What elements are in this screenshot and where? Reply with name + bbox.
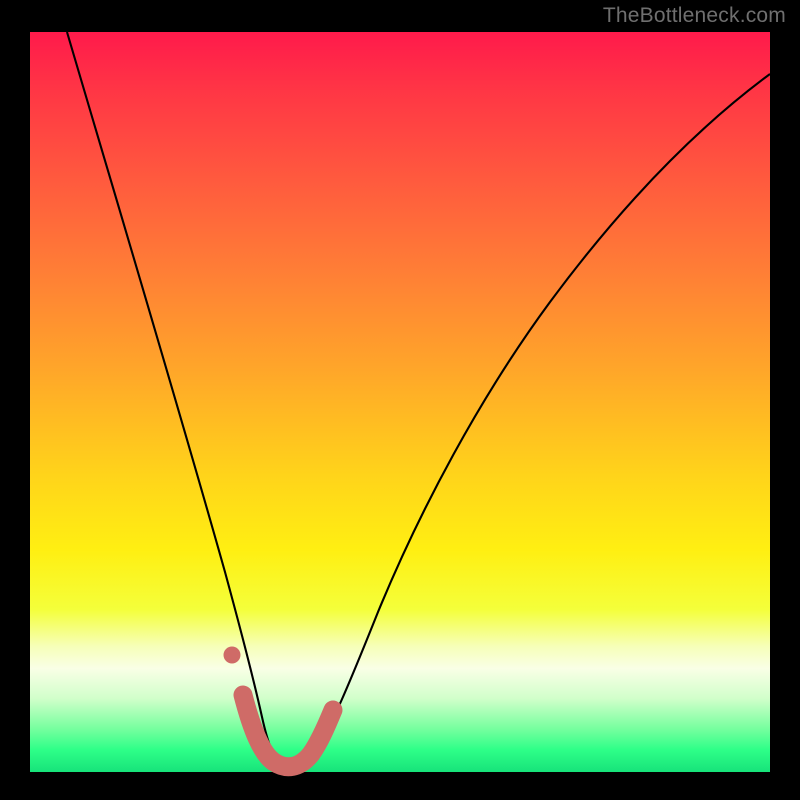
watermark-text: TheBottleneck.com [603, 4, 786, 28]
bottleneck-curve [67, 32, 770, 766]
highlight-band [243, 695, 333, 767]
highlight-dot [224, 647, 241, 664]
curve-layer [30, 32, 770, 772]
chart-frame: TheBottleneck.com [0, 0, 800, 800]
plot-area [30, 32, 770, 772]
